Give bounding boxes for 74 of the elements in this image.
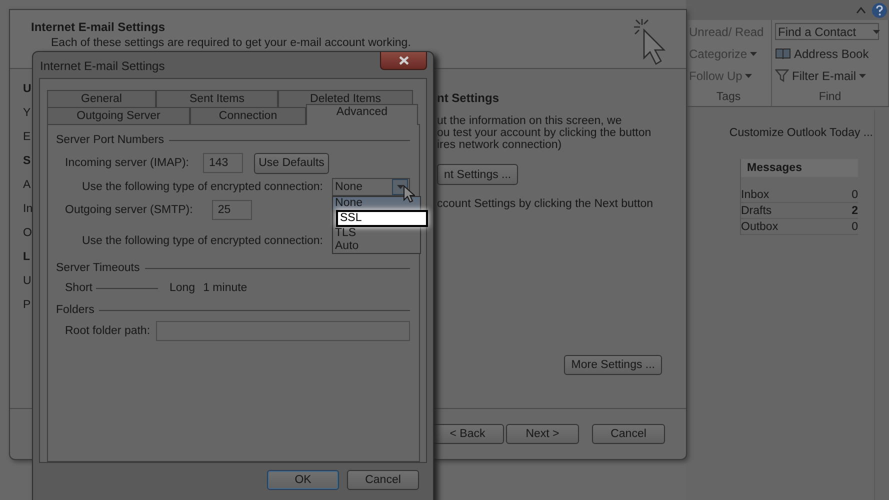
field-label: A [23,179,32,192]
collapse-icon [856,6,866,14]
section-heading: L [23,251,32,264]
slider-label: Long [170,282,196,294]
tab[interactable]: Outgoing Server [47,107,190,125]
messages-header: Messages [741,159,858,177]
field-label: Root folder path: [65,325,150,337]
field-label: In [23,203,33,216]
section-heading: nt Settings [437,91,499,105]
test-settings-button[interactable]: nt Settings ... [437,164,518,185]
window-title: Internet E-mail Settings [40,59,165,73]
field-label: Use the following type of encrypted connection: [82,180,324,192]
instruction-text: ou test your account by clicking the button [437,127,652,139]
ribbon-button[interactable]: Address Book [775,45,885,62]
field-label: E [23,131,32,144]
window-heading: Internet E-mail Settings [31,20,166,34]
message-count: 2 [852,204,858,216]
timeout-value: 1 minute [203,282,248,294]
group-label: Server Timeouts [56,262,140,274]
ribbon-button[interactable]: Filter E-mail [775,67,885,84]
instruction-text: ires network connection) [437,139,563,151]
folder-name[interactable]: Inbox [741,188,770,200]
field-label: O [23,227,33,240]
use-defaults-button[interactable]: Use Defaults [254,152,329,174]
caret-icon [396,184,404,188]
section-heading: S [23,155,32,168]
instruction-text: ut the information on this screen, we [437,115,623,127]
port-field[interactable]: 25 [212,200,252,220]
book-icon [775,47,791,60]
tab[interactable]: Sent Items [156,90,278,107]
caret-icon [873,30,880,34]
window-subtitle: Each of these settings are required to get your e-mail account working. [50,37,411,49]
help-icon [872,2,887,18]
cancel-button[interactable]: Cancel [347,470,419,490]
close-icon [398,56,408,65]
dropdown-option[interactable]: TLS [333,226,420,240]
field-label: U [23,275,32,288]
ok-button[interactable]: OK [267,470,339,490]
search-field[interactable]: Find a Contact [775,23,879,40]
dropdown-option[interactable]: Auto [333,240,420,252]
group-label: Find [818,91,842,105]
caret-icon [750,52,758,56]
instruction-text: ccount Settings by clicking the Next button [437,198,654,210]
section-heading: U [23,83,32,96]
dropdown-option[interactable]: SSL [336,210,428,226]
dropdown-option[interactable]: None [333,196,420,210]
field-label: Outgoing server (SMTP): [65,204,193,216]
field-label: Incoming server (IMAP): [65,157,189,169]
field-label: P [23,299,32,312]
group-label: Tags [715,91,742,105]
field-label: Y [23,107,32,120]
message-count: 0 [852,220,858,232]
root-folder-field[interactable] [156,321,410,341]
wizard-button[interactable]: Cancel [592,424,665,444]
folder-name[interactable]: Drafts [741,204,772,216]
wizard-button[interactable]: Next > [506,424,579,444]
caret-icon [745,74,752,78]
slider-label: Short [65,282,92,294]
tab[interactable]: Advanced [306,104,418,125]
caret-icon [859,74,866,78]
field-label: Use the following type of encrypted connection: [82,234,324,246]
close-button[interactable] [380,52,427,70]
message-count: 0 [852,188,858,200]
more-settings-button[interactable]: More Settings ... [564,355,662,375]
tab[interactable]: Connection [190,107,306,125]
group-label: Folders [56,304,94,316]
funnel-icon [775,69,789,82]
folder-name[interactable]: Outbox [741,220,778,232]
wizard-button[interactable]: < Back [431,424,504,444]
port-field[interactable]: 143 [202,153,243,173]
group-label: Server Port Numbers [56,134,164,146]
tab[interactable]: General [47,90,156,107]
customize-link[interactable]: Customize Outlook Today ... [727,127,875,143]
mouse-pointer-icon [403,184,415,202]
